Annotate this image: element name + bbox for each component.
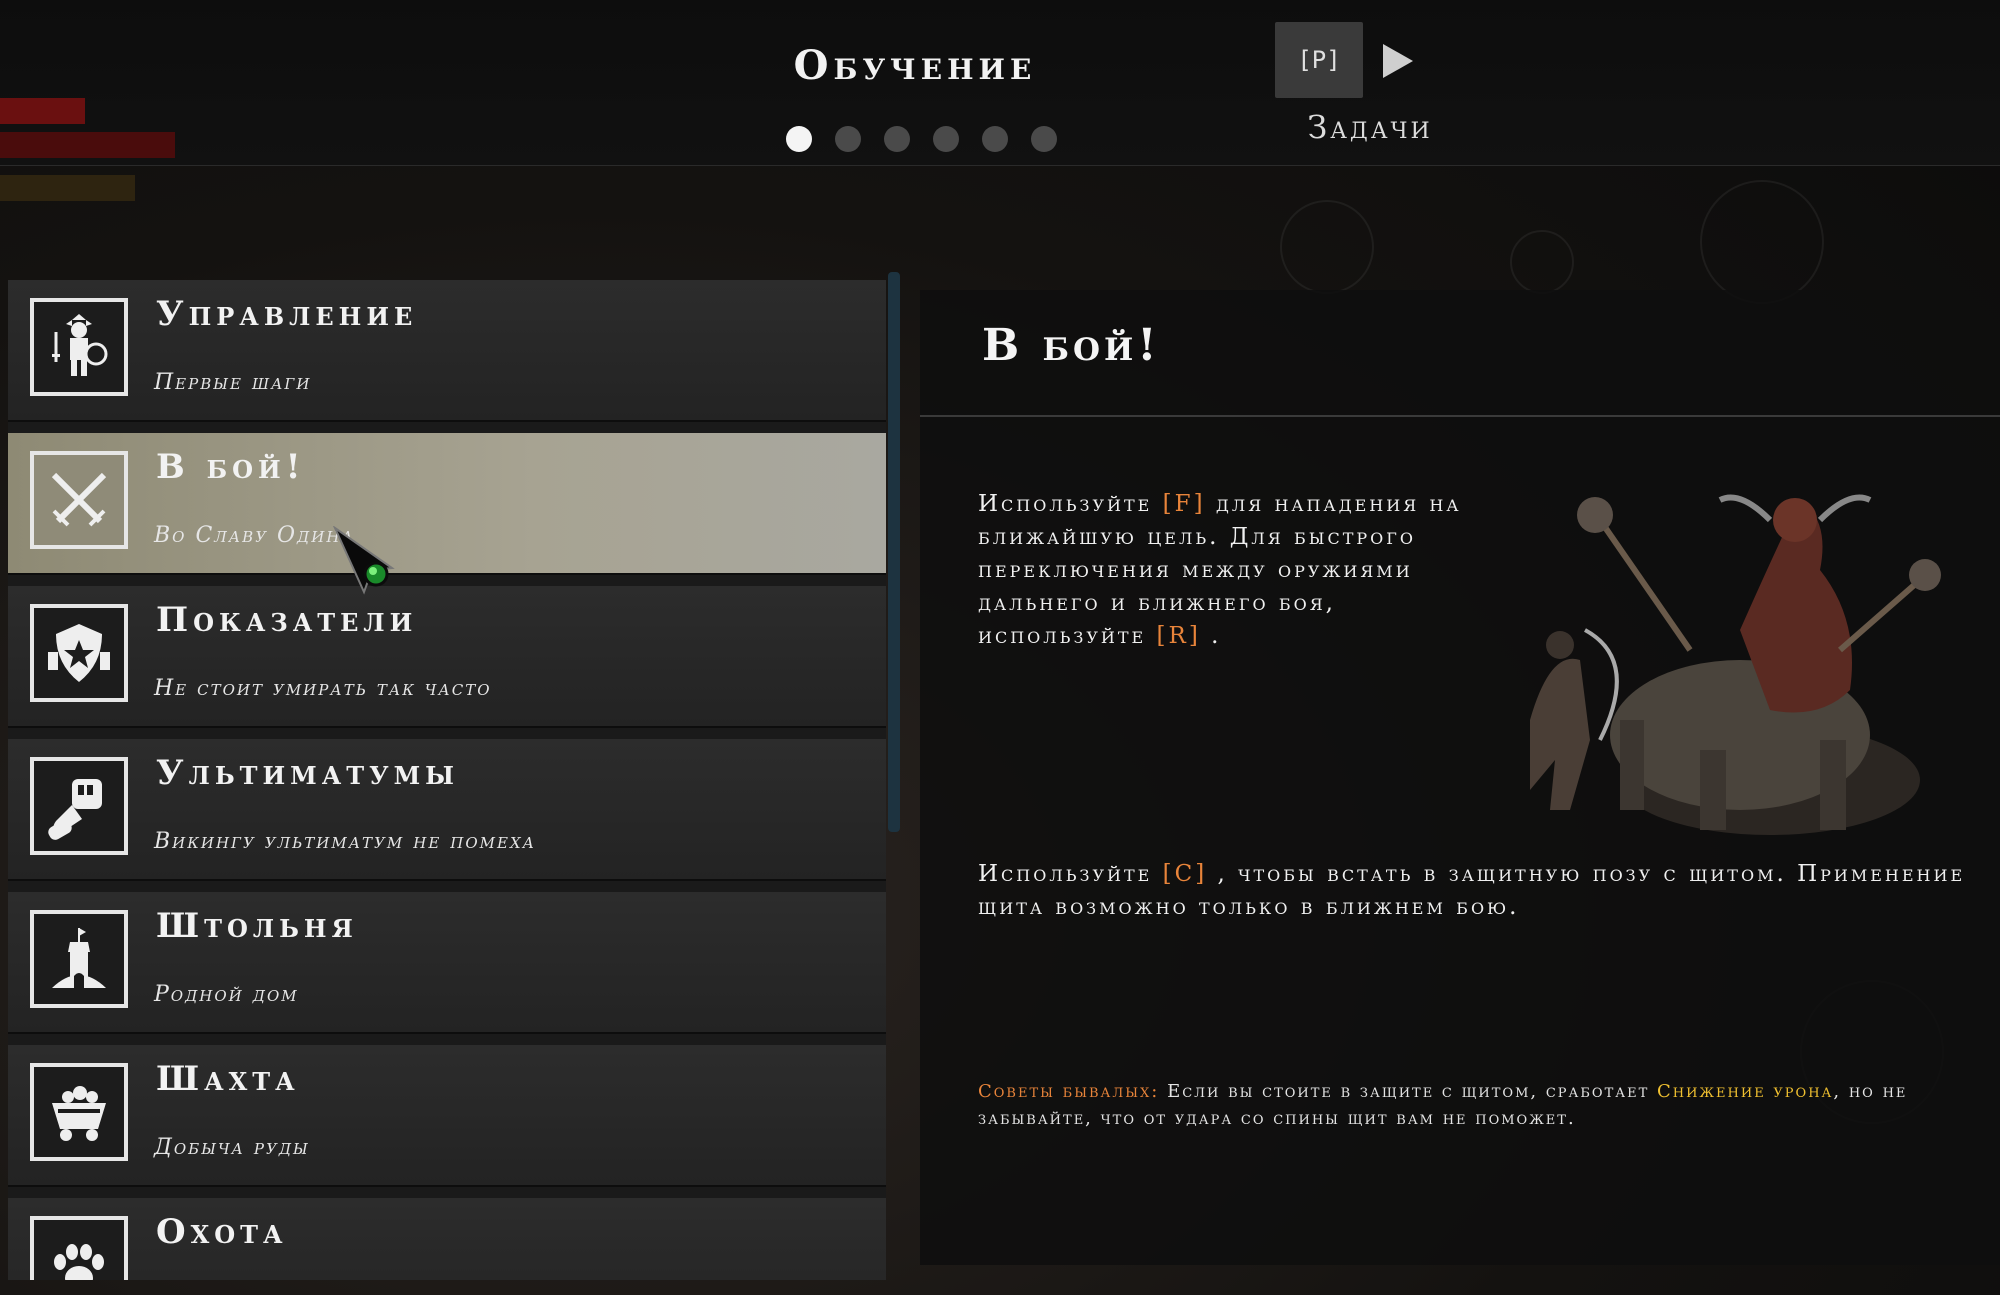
mine-cart-icon (30, 1063, 128, 1161)
tip-label: Советы бывалых: (978, 1081, 1160, 1102)
key-hint: [R] (1156, 623, 1201, 649)
tasks-key-button[interactable]: [P] (1275, 22, 1363, 98)
tutorial-item-title: Шахта (156, 1059, 300, 1099)
health-bar (0, 98, 85, 124)
viking-warrior-icon (30, 298, 128, 396)
key-hint: [C] (1162, 861, 1208, 887)
page-dot[interactable] (786, 126, 812, 152)
ornament (1280, 200, 1374, 294)
paw-icon (30, 1216, 128, 1280)
scrollbar[interactable] (888, 272, 900, 832)
detail-paragraph-attack: Используйте [F] для нападения на ближайш… (978, 491, 1462, 649)
tower-icon (30, 910, 128, 1008)
tutorial-item-subtitle: Родной дом (154, 982, 299, 1007)
tasks-label[interactable]: Задачи (1290, 108, 1450, 146)
health-bar-secondary (0, 132, 175, 158)
detail-panel: В бой! Используйте [F] для нападения на … (920, 290, 2000, 1265)
tutorial-item-subtitle: Первые шаги (154, 370, 312, 395)
ornament (1510, 230, 1574, 294)
tutorial-item-subtitle: Не стоит умирать так часто (154, 676, 492, 701)
faded-hud-menu (1740, 15, 1990, 105)
key-hint: [F] (1162, 491, 1206, 517)
tutorial-list-item[interactable]: Охота (8, 1198, 886, 1280)
page-dot[interactable] (982, 126, 1008, 152)
stamina-bar (0, 175, 135, 201)
page-dot[interactable] (1031, 126, 1057, 152)
tutorial-list-item[interactable]: Показатели Не стоит умирать так часто (8, 586, 886, 728)
ornament (1700, 180, 1824, 304)
tutorial-list: Управление Первые шаги В бой! Во Славу Один… (8, 280, 886, 1280)
tutorial-item-title: Показатели (156, 600, 418, 640)
tutorial-item-title: Штольня (156, 906, 358, 946)
tutorial-list-item[interactable]: Шахта Добыча руды (8, 1045, 886, 1187)
tutorial-item-title: Управление (156, 294, 418, 334)
page-dot[interactable] (933, 126, 959, 152)
shield-star-icon (30, 604, 128, 702)
tutorial-item-subtitle: Викингу ультиматум не помеха (154, 829, 536, 854)
crossed-swords-icon (30, 451, 128, 549)
page-dot[interactable] (835, 126, 861, 152)
play-icon[interactable] (1383, 44, 1413, 78)
page-title: Обучение (793, 42, 1037, 89)
tutorial-list-item[interactable]: Штольня Родной дом (8, 892, 886, 1034)
tutorial-list-item[interactable]: В бой! Во Славу Одина (8, 433, 886, 575)
tutorial-list-item[interactable]: Управление Первые шаги (8, 280, 886, 422)
tutorial-item-subtitle: Добыча руды (154, 1135, 310, 1160)
detail-title: В бой! (982, 320, 1161, 371)
divider (920, 415, 2000, 417)
page-dot[interactable] (884, 126, 910, 152)
tip-highlight: Снижение урона (1656, 1081, 1834, 1102)
page-indicator (786, 126, 1057, 152)
tutorial-item-title: Ультиматумы (156, 753, 460, 793)
fist-scroll-icon (30, 757, 128, 855)
detail-paragraph-shield: Используйте [C] , чтобы встать в защитну… (978, 861, 1966, 920)
tutorial-item-subtitle: Во Славу Одина (154, 523, 355, 548)
tutorial-list-item[interactable]: Ультиматумы Викингу ультиматум не помеха (8, 739, 886, 881)
combat-illustration (1530, 494, 1941, 835)
top-bar: Обучение [P] Задачи (0, 0, 2000, 201)
tutorial-item-title: Охота (156, 1212, 288, 1252)
veteran-tip: Советы бывалых: Если вы стоите в защите … (978, 1081, 1908, 1129)
tutorial-item-title: В бой! (156, 447, 306, 487)
cursor-icon (332, 526, 395, 595)
